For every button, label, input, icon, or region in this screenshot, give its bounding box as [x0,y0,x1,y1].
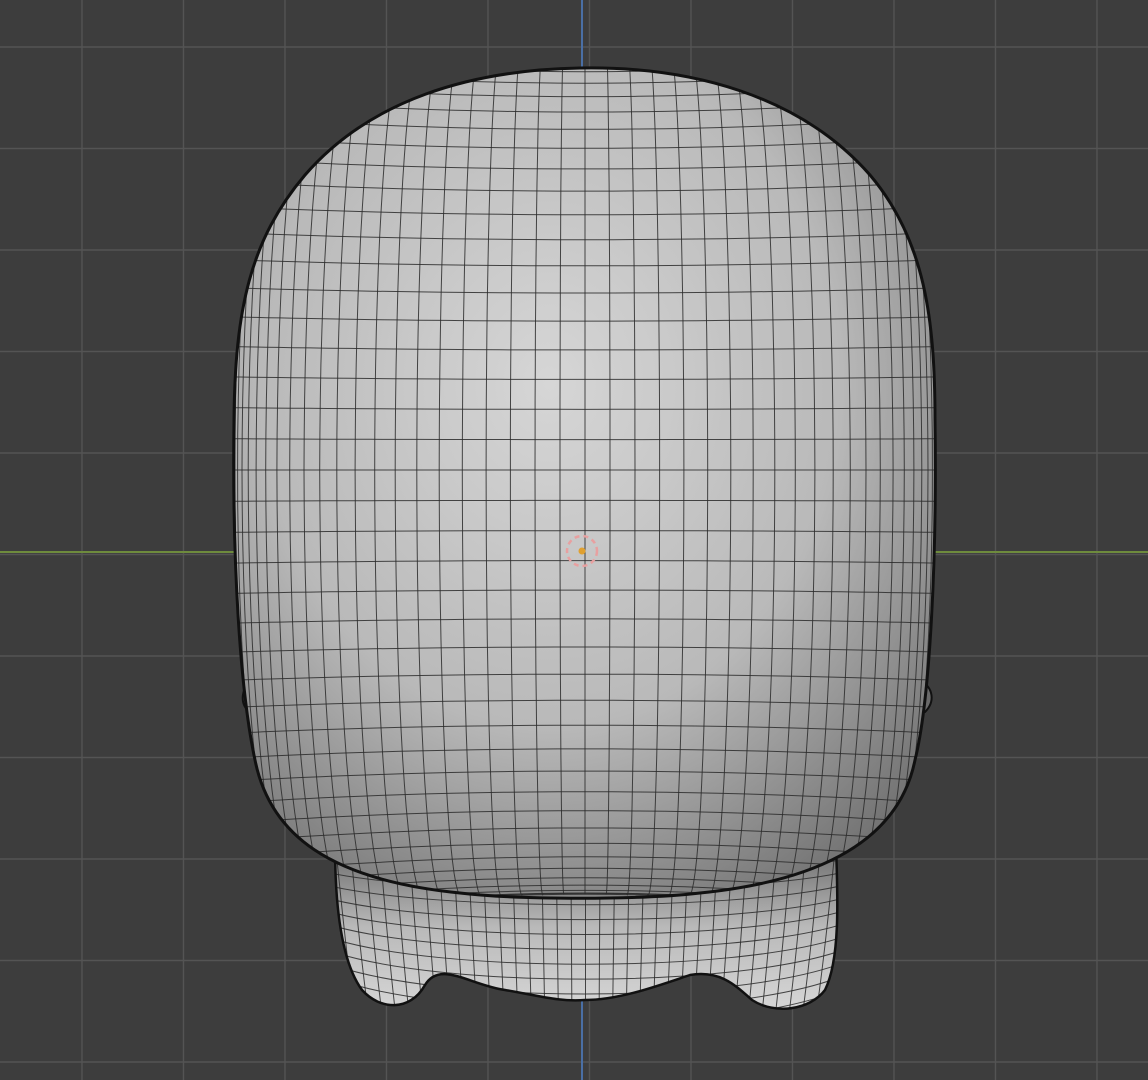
viewport-canvas[interactable] [0,0,1148,1080]
head-wire-row [285,29,886,46]
neck-wire-row [330,1016,840,1054]
origin-dot [578,547,586,555]
neck-wire-row [335,1002,838,1009]
3d-viewport[interactable] [0,0,1148,1080]
head-wire-row [293,28,878,47]
head-wire-row [273,47,898,62]
head-mesh[interactable] [232,28,937,913]
